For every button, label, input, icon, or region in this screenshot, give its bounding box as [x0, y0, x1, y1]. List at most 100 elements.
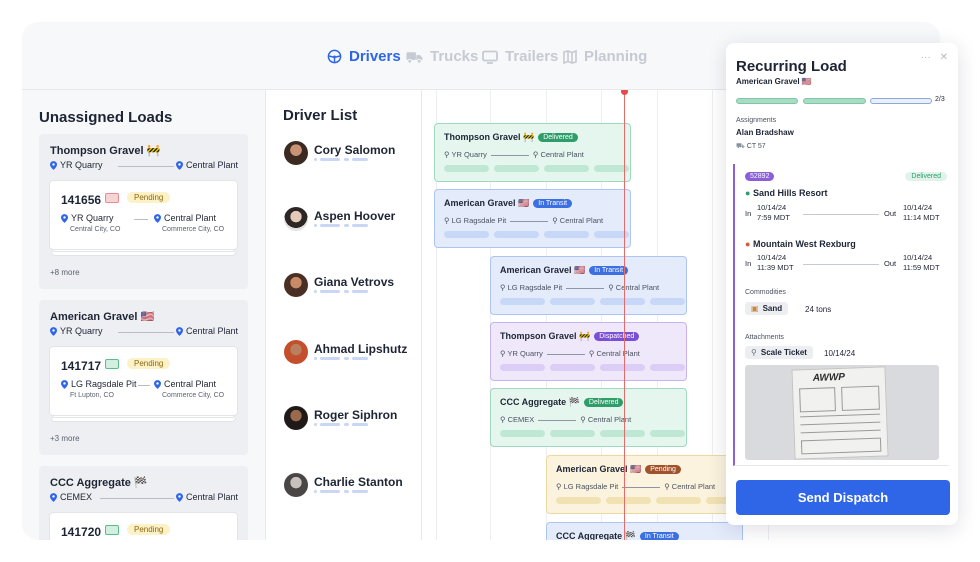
ticket-paper: AWWP	[791, 366, 889, 460]
avatar	[284, 473, 308, 497]
out-label: Out	[884, 259, 897, 268]
close-icon[interactable]: ✕	[940, 52, 948, 63]
card-to: Central Plant	[154, 379, 216, 389]
driver-name: Charlie Stanton	[314, 475, 403, 489]
tab-trailers-label: Trailers	[505, 48, 559, 65]
block-bars	[444, 231, 630, 238]
tab-trailers[interactable]: Trailers	[482, 48, 558, 65]
load-block[interactable]: Thompson Gravel 🚧 Delivered ⚲ YR Quarry ⚲ …	[434, 123, 631, 182]
load-group[interactable]: CCC Aggregate 🏁 CEMEX Central Plant 1417…	[39, 466, 248, 540]
status-badge: Dispatched	[594, 332, 640, 341]
driver-row[interactable]: Charlie Stanton	[284, 473, 419, 503]
trailer-icon	[482, 50, 498, 64]
progress-segment	[803, 98, 866, 104]
group-title: Thompson Gravel 🚧	[50, 145, 161, 157]
ticket-line	[800, 421, 881, 426]
block-bars	[444, 165, 630, 172]
driver-meta	[314, 357, 374, 361]
tab-planning[interactable]: Planning	[563, 48, 647, 65]
location-pin-icon	[175, 160, 183, 170]
block-from: CEMEX	[507, 415, 535, 424]
status-badge: Pending	[127, 358, 171, 369]
group-route: YR Quarry Central Plant	[50, 326, 238, 338]
more-link[interactable]: +3 more	[50, 434, 80, 443]
load-id: 141717	[61, 359, 102, 373]
load-block[interactable]: American Gravel 🇺🇸 In Transit ⚲ LG Ragsda…	[434, 189, 631, 248]
driver-row[interactable]: Giana Vetrovs	[284, 273, 419, 303]
commodity-name: Sand	[762, 304, 783, 313]
load-id: 141656	[61, 193, 102, 207]
load-group[interactable]: American Gravel 🇺🇸 YR Quarry Central Pla…	[39, 300, 248, 455]
commodity-chip: ▣ Sand	[745, 302, 789, 315]
driver-row[interactable]: Ahmad Lipshutz	[284, 340, 419, 370]
card-stack	[51, 418, 236, 422]
block-to: Central Plant	[671, 482, 716, 491]
ticket-field	[799, 387, 836, 413]
attachment-name: Scale Ticket	[760, 348, 807, 357]
load-block[interactable]: CCC Aggregate 🏁 In Transit	[546, 522, 743, 540]
driver-row[interactable]: Roger Siphron	[284, 406, 419, 436]
more-link[interactable]: +8 more	[50, 268, 80, 277]
load-card[interactable]: 141656 Pending YR Quarry Central Plant C…	[49, 180, 238, 250]
out-time: 11:59 MDT	[903, 263, 940, 272]
current-time-marker	[621, 90, 628, 95]
tab-drivers[interactable]: Drivers	[327, 48, 401, 65]
truck-icon: ⛟	[736, 143, 745, 150]
driver-meta	[314, 423, 374, 427]
commodities-label: Commodities	[745, 289, 786, 296]
load-block[interactable]: American Gravel 🇺🇸 Pending ⚲ LG Ragsdale …	[546, 455, 743, 514]
load-block[interactable]: American Gravel 🇺🇸 In Transit ⚲ LG Ragsda…	[490, 256, 687, 315]
location-pin-icon: ●	[745, 239, 751, 249]
driver-row[interactable]: Aspen Hoover	[284, 207, 419, 237]
scale-ticket-preview[interactable]: AWWP	[745, 365, 939, 460]
location-pin-icon: ●	[745, 188, 751, 198]
attachment-chip[interactable]: ⚲ Scale Ticket	[745, 346, 813, 359]
assigned-driver: Alan Bradshaw	[736, 128, 794, 137]
arrow	[138, 385, 150, 386]
status-badge: In Transit	[589, 266, 629, 275]
stop-name: ● Sand Hills Resort	[745, 188, 827, 198]
ticket-logo: AWWP	[812, 371, 846, 384]
in-label: In	[745, 209, 752, 218]
load-card[interactable]: 141717 Pending LG Ragsdale Pit Central P…	[49, 346, 238, 416]
block-to: Central Plant	[559, 216, 604, 225]
tab-trucks[interactable]: Trucks	[406, 48, 478, 65]
send-dispatch-button[interactable]: Send Dispatch	[736, 480, 950, 515]
arrow	[134, 219, 148, 220]
block-title: American Gravel 🇺🇸 In Transit	[444, 198, 573, 209]
block-from: YR Quarry	[451, 150, 487, 159]
duration-line	[803, 264, 879, 265]
load-card[interactable]: 141720 Pending	[49, 512, 238, 540]
tab-drivers-label: Drivers	[349, 48, 401, 65]
block-bars	[500, 298, 686, 305]
more-options-icon[interactable]: ···	[921, 52, 931, 63]
tag-icon	[105, 525, 119, 535]
location-pin-icon	[50, 326, 57, 336]
block-bars	[500, 364, 686, 371]
block-title: American Gravel 🇺🇸 Pending	[556, 464, 681, 475]
avatar	[284, 273, 308, 297]
panel-subtitle: American Gravel 🇺🇸	[736, 77, 812, 86]
driver-row[interactable]: Cory Salomon	[284, 141, 419, 171]
route-from: YR Quarry	[60, 160, 103, 170]
tag-icon	[105, 193, 119, 203]
tab-trucks-label: Trucks	[430, 48, 479, 65]
unassigned-loads-title: Unassigned Loads	[39, 109, 173, 126]
group-title: American Gravel 🇺🇸	[50, 311, 155, 323]
duration-line	[803, 214, 879, 215]
driver-list-title: Driver List	[283, 107, 358, 124]
unassigned-loads-panel: Unassigned Loads Thompson Gravel 🚧 YR Qu…	[22, 90, 265, 540]
tab-planning-label: Planning	[584, 48, 648, 65]
ticket-line	[800, 413, 881, 418]
load-block[interactable]: Thompson Gravel 🚧 Dispatched ⚲ YR Quarry ⚲…	[490, 322, 687, 381]
block-route: ⚲ LG Ragsdale Pit ⚲ Central Plant	[500, 283, 660, 292]
load-block[interactable]: CCC Aggregate 🏁 Delivered ⚲ CEMEX ⚲ Centra…	[490, 388, 687, 447]
in-label: In	[745, 259, 752, 268]
location-pin-icon	[154, 379, 161, 389]
block-title: American Gravel 🇺🇸 In Transit	[500, 265, 629, 276]
block-route: ⚲ LG Ragsdale Pit ⚲ Central Plant	[444, 216, 604, 225]
card-from-label: LG Ragsdale Pit	[71, 379, 137, 389]
load-group[interactable]: Thompson Gravel 🚧 YR Quarry Central Plan…	[39, 134, 248, 289]
stop-name: ● Mountain West Rexburg	[745, 239, 856, 249]
block-route: ⚲ YR Quarry ⚲ Central Plant	[444, 150, 584, 159]
